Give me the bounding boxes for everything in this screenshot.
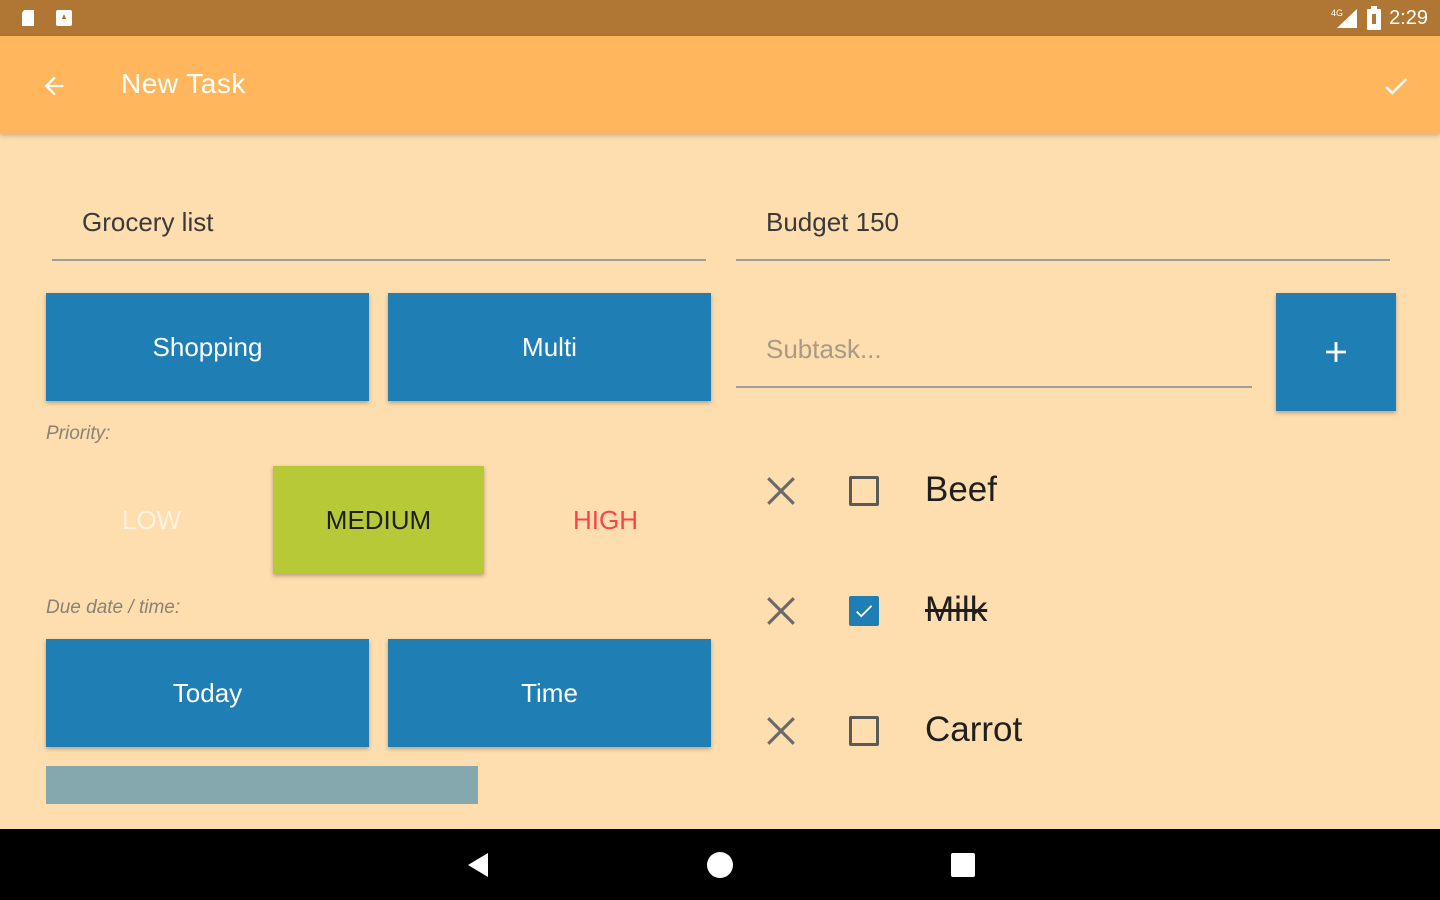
check-icon — [1385, 78, 1408, 95]
nav-home-button[interactable] — [700, 845, 740, 885]
delete-subtask-button[interactable] — [760, 470, 802, 512]
task-title-field[interactable]: Grocery list — [52, 195, 706, 261]
subtask-input[interactable]: Subtask... — [736, 320, 1252, 388]
battery-icon — [1367, 6, 1382, 30]
subtask-label: Beef — [925, 470, 997, 509]
subtask-checkbox[interactable] — [849, 476, 879, 506]
back-button[interactable] — [30, 66, 78, 106]
priority-label: Priority: — [46, 423, 111, 444]
priority-high-button[interactable]: HIGH — [500, 466, 711, 574]
subtask-item: Milk — [760, 580, 1360, 640]
delete-subtask-button[interactable] — [760, 590, 802, 632]
status-time: 2:29 — [1389, 6, 1428, 29]
status-left-icons — [18, 8, 74, 28]
navigation-bar — [0, 829, 1440, 900]
signal-icon: 4G — [1331, 8, 1358, 28]
category-button[interactable]: Shopping — [46, 293, 369, 401]
priority-medium-button[interactable]: MEDIUM — [273, 466, 484, 574]
close-icon — [767, 717, 795, 745]
add-subtask-button[interactable] — [1276, 293, 1396, 411]
status-right: 4G 2:29 — [1331, 6, 1428, 30]
date-button[interactable]: Today — [46, 639, 369, 747]
close-icon — [767, 597, 795, 625]
task-description-field[interactable]: Budget 150 — [736, 195, 1390, 261]
nav-back-button[interactable] — [458, 845, 498, 885]
recents-square-icon — [951, 853, 975, 877]
priority-low-button[interactable]: LOW — [46, 466, 257, 574]
checkmark-icon — [856, 605, 873, 618]
android-notification-icon — [56, 10, 72, 26]
time-button[interactable]: Time — [388, 639, 711, 747]
back-triangle-icon — [468, 853, 488, 877]
due-date-label: Due date / time: — [46, 597, 181, 618]
page-title: New Task — [121, 68, 246, 99]
task-type-button[interactable]: Multi — [388, 293, 711, 401]
delete-subtask-button[interactable] — [760, 710, 802, 752]
subtask-item: Carrot — [760, 700, 1360, 760]
nav-recents-button[interactable] — [943, 845, 983, 885]
subtask-label: Milk — [925, 590, 988, 629]
subtask-checkbox[interactable] — [849, 716, 879, 746]
network-type-label: 4G — [1331, 8, 1343, 18]
plus-icon — [1326, 342, 1346, 362]
subtask-checkbox[interactable] — [849, 596, 879, 626]
close-icon — [767, 477, 795, 505]
app-bar: New Task — [0, 36, 1440, 134]
home-circle-icon — [707, 852, 733, 878]
sd-card-icon — [22, 10, 34, 26]
status-bar: 4G 2:29 — [0, 0, 1440, 36]
reminder-bar[interactable] — [46, 766, 478, 804]
arrow-back-icon — [44, 76, 64, 96]
save-button[interactable] — [1372, 64, 1420, 108]
subtask-item: Beef — [760, 460, 1360, 520]
subtask-label: Carrot — [925, 710, 1023, 749]
